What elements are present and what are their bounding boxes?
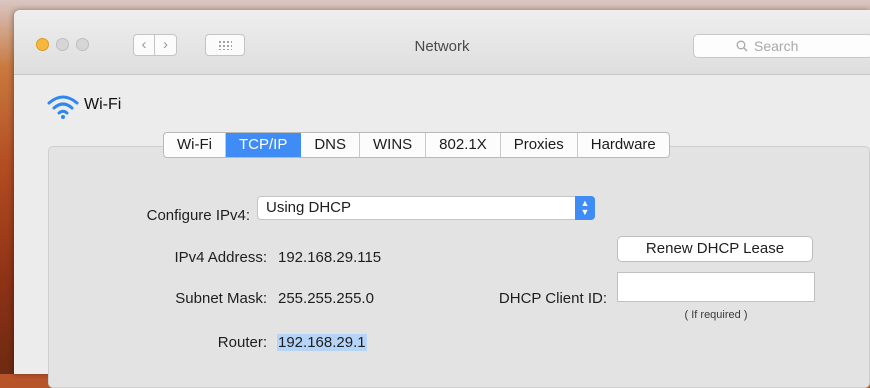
tab-wins[interactable]: WINS [360,133,427,157]
dhcp-client-id-hint: ( If required ) [684,309,748,321]
subnet-mask-value: 255.255.255.0 [278,290,374,307]
configure-ipv4-label: Configure IPv4: [146,207,250,224]
search-icon [736,36,748,58]
renew-dhcp-lease-button[interactable]: Renew DHCP Lease [617,236,813,262]
tab-dns[interactable]: DNS [301,133,360,157]
router-value[interactable]: 192.168.29.1 [277,334,367,351]
tab-bar: Wi-Fi TCP/IP DNS WINS 802.1X Proxies Har… [163,132,670,158]
tab-wifi[interactable]: Wi-Fi [164,133,226,157]
ipv4-address-label: IPv4 Address: [174,249,267,266]
router-value-text: 192.168.29.1 [277,334,367,351]
tab-8021x[interactable]: 802.1X [426,133,501,157]
settings-panel [48,146,870,388]
dhcp-client-id-label: DHCP Client ID: [498,290,607,307]
search-field[interactable]: Search [693,34,870,58]
ipv4-address-value: 192.168.29.115 [278,249,382,266]
search-placeholder: Search [754,38,799,54]
dhcp-client-id-field[interactable] [617,272,815,302]
tab-tcpip[interactable]: TCP/IP [225,133,302,157]
router-label: Router: [217,334,267,351]
wifi-icon [47,95,79,119]
updown-arrows-icon: ▲ ▼ [575,196,595,220]
subnet-mask-label: Subnet Mask: [175,290,267,307]
title-bar: ‹ › Network Search [14,10,870,75]
tab-proxies[interactable]: Proxies [501,133,578,157]
configure-ipv4-select[interactable]: Using DHCP ▲ ▼ [257,196,595,220]
tab-hardware[interactable]: Hardware [578,133,669,157]
configure-ipv4-value: Using DHCP [266,199,352,216]
service-name: Wi-Fi [84,96,122,113]
